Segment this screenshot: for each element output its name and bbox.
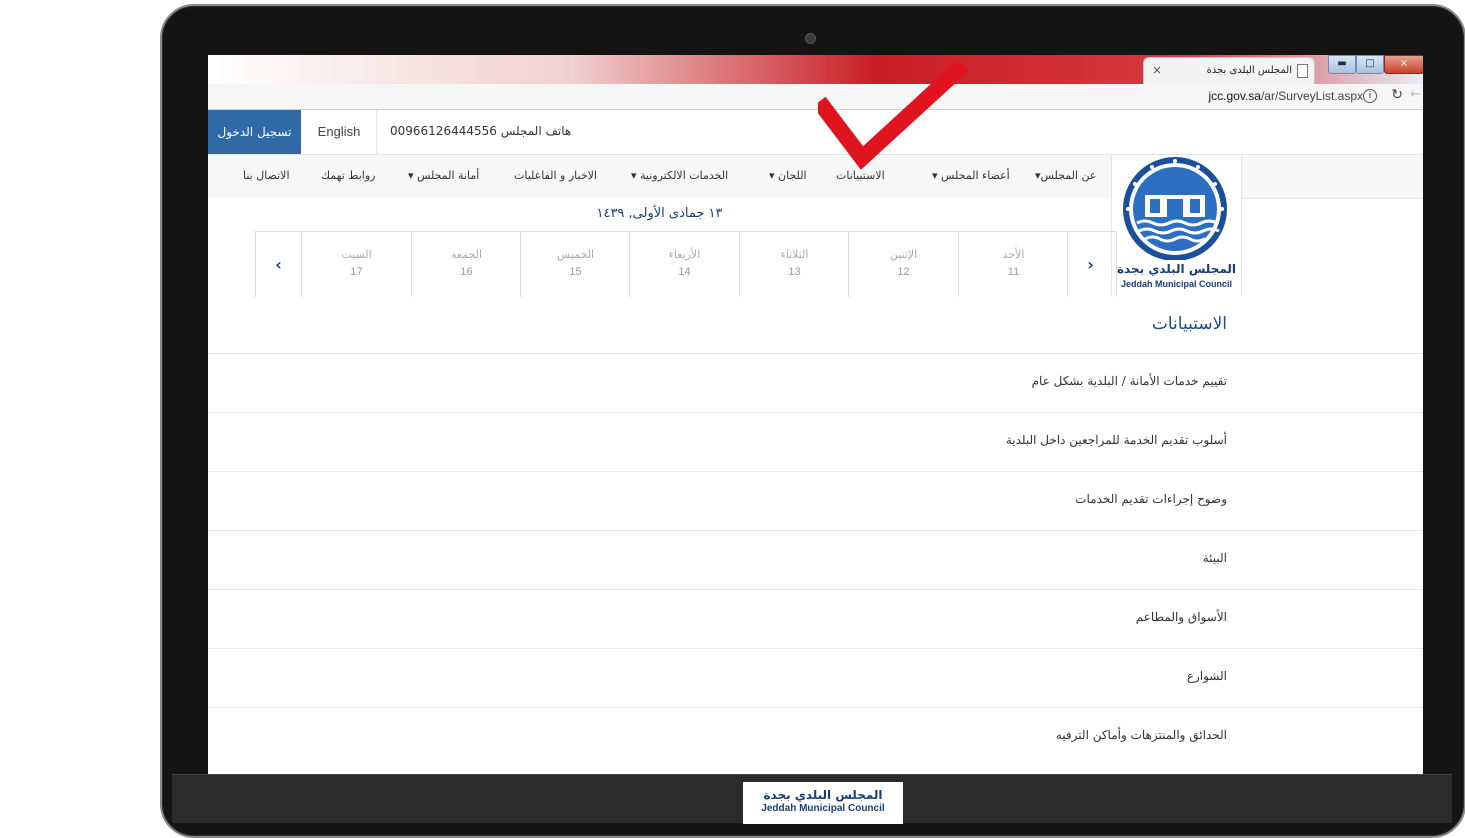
- survey-list: تقييم خدمات الأمانة / البلدية بشكل عام أ…: [208, 353, 1423, 766]
- phone-label: هاتف المجلس: [500, 124, 572, 138]
- back-arrow-icon[interactable]: ←: [1410, 87, 1421, 102]
- day-number: 11: [1007, 266, 1020, 278]
- council-logo[interactable]: المجلس البلدي بجدة Jeddah Municipal Coun…: [1111, 155, 1242, 296]
- day-wednesday[interactable]: الأربعاء 14: [629, 232, 739, 297]
- day-monday[interactable]: الإثنين 12: [848, 232, 958, 297]
- list-item[interactable]: البيئة: [208, 530, 1423, 589]
- nav-news-events[interactable]: الاخبار و الفاعليات: [514, 169, 597, 182]
- nav-e-services[interactable]: الخدمات الالكترونية ▾: [631, 169, 728, 182]
- browser-tab[interactable]: × المجلس البلدى بجدة: [1143, 57, 1315, 85]
- footer-logo-en: Jeddah Municipal Council: [761, 803, 885, 814]
- footer-logo: المجلس البلدي بجدة Jeddah Municipal Coun…: [743, 782, 903, 824]
- close-window-button[interactable]: ×: [1384, 55, 1423, 74]
- day-name: الأربعاء: [668, 248, 701, 261]
- day-friday[interactable]: الجمعة 16: [411, 232, 521, 297]
- phone-number: 00966126444556: [390, 124, 497, 138]
- hijri-date: ١٣ جمادى الأولى, ١٤٣٩: [596, 206, 723, 221]
- day-sunday[interactable]: الأحد 11: [958, 232, 1068, 297]
- nav-committees[interactable]: اللجان ▾: [769, 169, 807, 182]
- week-days: ‹ السبت 17 الجمعة 16 الخميس 15 الأربعاء 14 ا…: [255, 231, 1117, 297]
- council-emblem-icon: [1123, 157, 1227, 261]
- day-number: 12: [897, 266, 910, 278]
- list-item[interactable]: الحدائق والمنتزهات وأماكن الترفيه: [208, 707, 1423, 766]
- page-title: الاستبيانات: [1151, 314, 1227, 334]
- logo-title-ar: المجلس البلدي بجدة: [1116, 262, 1237, 276]
- survey-link[interactable]: الشوارع: [1187, 669, 1227, 683]
- login-button[interactable]: تسجيل الدخول: [208, 110, 301, 154]
- day-number: 13: [788, 266, 801, 278]
- day-name: الأحد: [1002, 248, 1025, 261]
- list-item[interactable]: الأسواق والمطاعم: [208, 589, 1423, 648]
- url-text[interactable]: jcc.gov.sa/ar/SurveyList.aspx: [1208, 89, 1363, 103]
- survey-link[interactable]: البيئة: [1203, 551, 1227, 565]
- day-number: 15: [569, 266, 582, 278]
- nav-about-council[interactable]: عن المجلس▾: [1035, 169, 1097, 182]
- prev-week-button[interactable]: ‹: [256, 232, 302, 297]
- day-name: الإثنين: [889, 248, 918, 261]
- list-item[interactable]: أسلوب تقديم الخدمة للمراجعين داخل البلدي…: [208, 412, 1423, 471]
- footer-logo-ar: المجلس البلدي بجدة: [763, 788, 883, 802]
- survey-link[interactable]: أسلوب تقديم الخدمة للمراجعين داخل البلدي…: [1006, 433, 1227, 447]
- day-name: الثلاثاء: [780, 248, 809, 261]
- survey-link[interactable]: الحدائق والمنتزهات وأماكن الترفيه: [1056, 728, 1227, 742]
- list-item[interactable]: تقييم خدمات الأمانة / البلدية بشكل عام: [208, 353, 1423, 412]
- nav-council-secretariat[interactable]: أمانة المجلس ▾: [408, 169, 479, 182]
- council-phone: هاتف المجلس 00966126444556: [390, 124, 571, 138]
- survey-link[interactable]: تقييم خدمات الأمانة / البلدية بشكل عام: [1032, 374, 1227, 388]
- day-name: الجمعة: [450, 248, 483, 261]
- day-number: 14: [678, 266, 691, 278]
- day-number: 16: [460, 266, 473, 278]
- browser-screen: × المجلس البلدى بجدة ▬ □ × jcc.gov.sa/ar…: [208, 55, 1423, 774]
- page-icon: [1297, 64, 1308, 78]
- window-controls: ▬ □ ×: [1310, 55, 1423, 74]
- webcam-icon: [805, 33, 816, 44]
- maximize-button[interactable]: □: [1356, 55, 1384, 74]
- url-domain: jcc.gov.sa: [1208, 89, 1261, 103]
- calendar-strip: ١٣ جمادى الأولى, ١٤٣٩ ‹ السبت 17 الجمعة 16…: [208, 198, 1117, 297]
- day-thursday[interactable]: الخميس 15: [520, 232, 630, 297]
- info-icon[interactable]: i: [1363, 89, 1377, 103]
- reload-icon[interactable]: ↻: [1391, 87, 1403, 103]
- top-bar: تسجيل الدخول English هاتف المجلس 0096612…: [208, 110, 1423, 155]
- logo-title-en: Jeddah Municipal Council: [1120, 279, 1232, 289]
- day-number: 17: [350, 266, 363, 278]
- nav-useful-links[interactable]: روابط تهمك: [321, 169, 375, 182]
- nav-contact-us[interactable]: الاتصال بنا: [243, 169, 290, 182]
- day-saturday[interactable]: السبت 17: [301, 232, 411, 297]
- survey-link[interactable]: وضوح إجراءات تقديم الخدمات: [1075, 492, 1227, 506]
- english-language-link[interactable]: English: [302, 110, 377, 154]
- tab-close-icon[interactable]: ×: [1152, 63, 1162, 77]
- day-name: الخميس: [556, 248, 595, 261]
- next-week-button[interactable]: ›: [1067, 232, 1113, 297]
- minimize-button[interactable]: ▬: [1328, 55, 1356, 74]
- survey-link[interactable]: الأسواق والمطاعم: [1136, 610, 1227, 624]
- day-name: السبت: [341, 248, 372, 261]
- browser-tab-strip: × المجلس البلدى بجدة ▬ □ ×: [208, 55, 1423, 85]
- list-item[interactable]: وضوح إجراءات تقديم الخدمات: [208, 471, 1423, 530]
- url-path: /ar/SurveyList.aspx: [1260, 89, 1363, 103]
- day-tuesday[interactable]: الثلاثاء 13: [739, 232, 849, 297]
- checkmark-icon: [818, 62, 968, 170]
- list-item[interactable]: الشوارع: [208, 648, 1423, 707]
- address-bar[interactable]: jcc.gov.sa/ar/SurveyList.aspx i ↻ ←: [208, 84, 1423, 110]
- tab-title: المجلس البلدى بجدة: [1206, 65, 1292, 76]
